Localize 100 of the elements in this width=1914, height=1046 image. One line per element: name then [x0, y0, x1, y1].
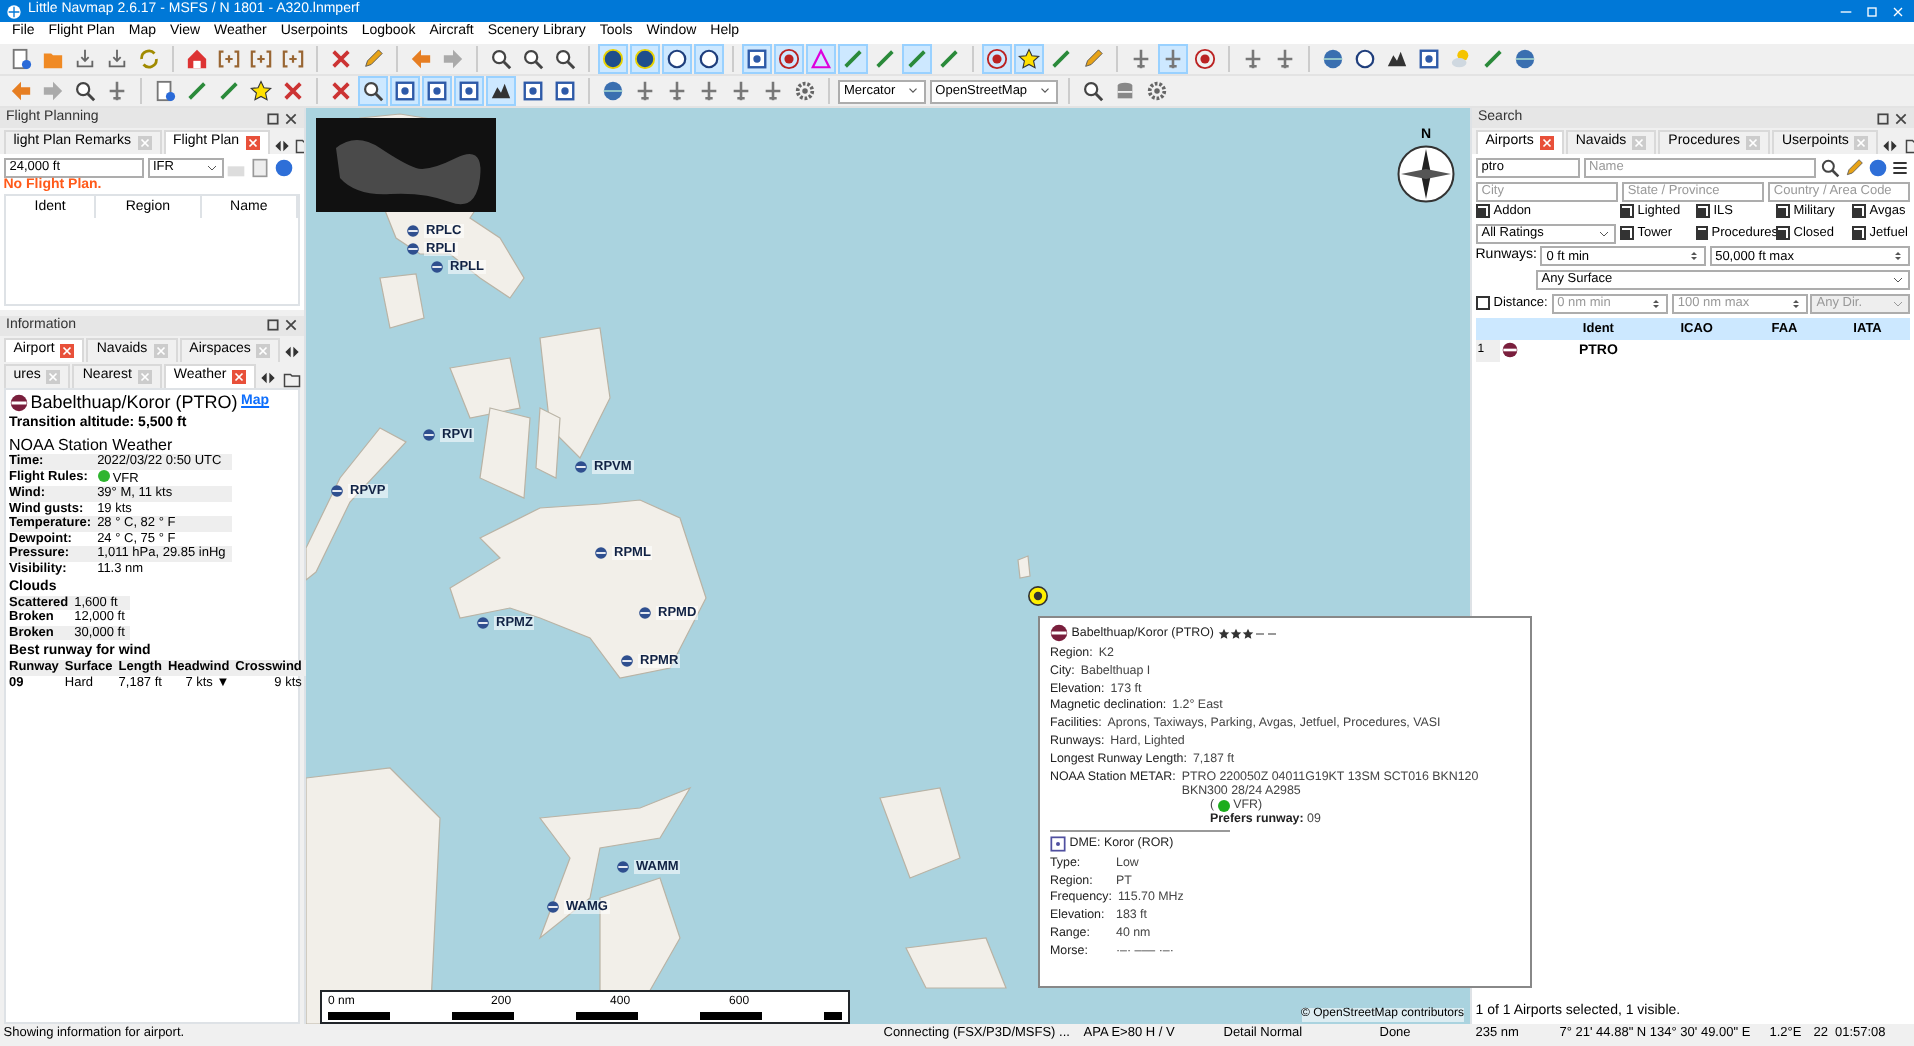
toolbar-button[interactable] [550, 44, 580, 74]
toolbar-button[interactable] [790, 76, 820, 106]
close-icon [153, 343, 168, 358]
disc-icon [602, 48, 624, 70]
toolbar-button[interactable] [390, 76, 420, 106]
close-icon [1894, 111, 1908, 125]
close-icon [284, 111, 298, 125]
toolbar-button[interactable] [1350, 44, 1380, 74]
close-icon [137, 136, 151, 150]
target-icon [778, 48, 800, 70]
mountain-icon [1386, 48, 1408, 70]
float-icon [266, 318, 281, 333]
line-icon [906, 48, 928, 70]
airport-icon [638, 606, 652, 621]
toolbar-button[interactable] [982, 44, 1012, 74]
caret-icon [1598, 227, 1610, 240]
toolbar-button[interactable] [246, 76, 276, 106]
cloud-sun-icon [1450, 48, 1472, 70]
mountain-icon [490, 80, 512, 102]
airport-icon [330, 484, 344, 499]
caret-icon [905, 84, 920, 98]
spin-arrows-icon [1892, 248, 1905, 265]
disc-icon [634, 48, 656, 70]
toolbar-button[interactable] [70, 76, 100, 106]
square-icon [426, 80, 448, 102]
airport-icon [616, 860, 630, 875]
globe-icon [1514, 48, 1536, 70]
scroll-arrows-icon [1880, 137, 1901, 153]
square-icon [1418, 48, 1440, 70]
caret-icon [1037, 84, 1052, 98]
airport-icon [1502, 342, 1519, 359]
close-icon [46, 369, 61, 384]
toolbar-button[interactable] [358, 76, 388, 106]
search-icon [74, 80, 96, 102]
square-icon [458, 80, 480, 102]
toolbar-button[interactable] [742, 44, 772, 74]
toolbar-button[interactable] [1014, 44, 1044, 74]
close-icon [1632, 136, 1647, 150]
toolbar-button[interactable] [598, 44, 628, 74]
close-icon [1888, 3, 1908, 19]
bracket-icon [282, 48, 304, 70]
toolbar-button[interactable] [550, 76, 580, 106]
restore-icon [1862, 3, 1882, 19]
target-icon [1194, 48, 1216, 70]
bracket-icon [218, 48, 240, 70]
section-heading: NOAA Station Weather [9, 436, 175, 455]
menu-icon [1890, 157, 1911, 178]
refresh-icon [138, 48, 160, 70]
ring-icon [698, 48, 720, 70]
toolbar-button[interactable] [694, 44, 724, 74]
line-icon [938, 48, 960, 70]
airplane-icon [666, 80, 688, 102]
square-icon [746, 48, 768, 70]
line-icon [1050, 48, 1072, 70]
toolbar-button[interactable] [662, 44, 692, 74]
triangle-icon [810, 48, 832, 70]
airplane-icon [634, 80, 656, 102]
toolbar-button[interactable] [486, 44, 516, 74]
close-icon [232, 369, 247, 384]
float-icon [266, 111, 281, 125]
arrow-left-icon [10, 80, 32, 102]
close-icon [256, 343, 271, 358]
caret-icon [205, 161, 217, 174]
toolbar-button[interactable] [1414, 44, 1444, 74]
toolbar-button[interactable] [630, 44, 660, 74]
island-drawing [879, 787, 961, 879]
globe-icon [602, 80, 624, 102]
toolbar-button[interactable] [518, 76, 548, 106]
toolbar-button[interactable] [454, 76, 484, 106]
cross-icon [282, 80, 304, 102]
toolbar-button[interactable] [518, 44, 548, 74]
search-icon [490, 48, 512, 70]
document-plus-icon [154, 80, 176, 102]
help-icon [273, 157, 294, 178]
arrow-left-icon [410, 48, 432, 70]
toolbar-button[interactable] [486, 76, 516, 106]
airport-icon [1028, 586, 1048, 606]
toolbar-button[interactable] [774, 44, 804, 74]
status-dot-icon [1217, 799, 1230, 812]
square-icon [522, 80, 544, 102]
target-icon [986, 48, 1008, 70]
close-icon [1539, 136, 1554, 150]
airplane-icon [698, 80, 720, 102]
close-icon [60, 343, 75, 358]
spin-arrows-icon [1789, 295, 1801, 312]
airplane-icon [1242, 48, 1264, 70]
tray-arrow-icon [74, 48, 96, 70]
search-icon [362, 80, 384, 102]
island-drawing [905, 937, 1007, 989]
airport-icon [1050, 624, 1068, 642]
tray-arrow-icon [106, 48, 128, 70]
close-icon [1854, 136, 1869, 150]
toolbar-button[interactable] [422, 76, 452, 106]
toolbar-button[interactable] [1190, 44, 1220, 74]
document-icon [250, 157, 270, 178]
square-dot-icon [1050, 835, 1066, 852]
compass-icon [1396, 144, 1456, 205]
arrow-right-icon [442, 48, 464, 70]
arrow-right-icon [42, 80, 64, 102]
airport-name: Babelthuap/Koror (PTRO) [30, 392, 238, 414]
